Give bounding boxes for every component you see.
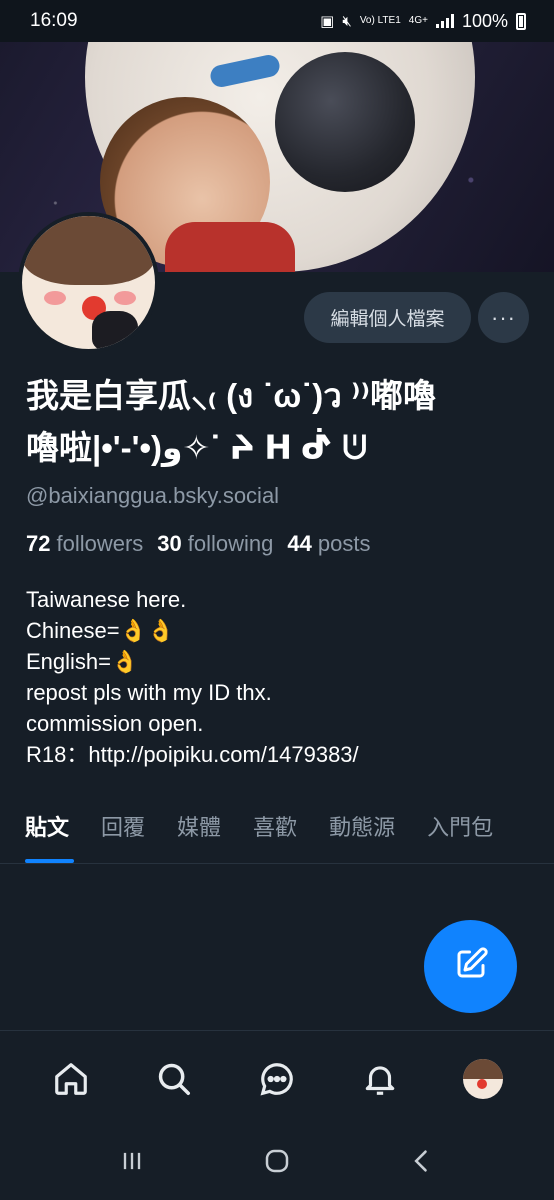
avatar-hair xyxy=(22,216,155,286)
signal-icon xyxy=(435,14,454,28)
status-icons: ▣ 🔇︎ Vo) LTE1 4G+ 100% xyxy=(320,11,526,32)
nav-chat[interactable] xyxy=(253,1055,301,1103)
edit-profile-button[interactable]: 編輯個人檔案 xyxy=(304,292,471,343)
sim-icon: ▣ xyxy=(320,13,335,30)
tab-likes[interactable]: 喜歡 xyxy=(253,806,297,850)
tab-posts[interactable]: 貼文 xyxy=(25,806,75,863)
compose-button[interactable] xyxy=(424,920,517,1013)
avatar-cheek xyxy=(114,291,136,305)
followers-stat[interactable]: 72 followers xyxy=(26,531,143,557)
bottom-navigation xyxy=(0,1030,554,1126)
tab-starter-packs[interactable]: 入門包 xyxy=(427,806,493,850)
profile-avatar-small xyxy=(462,1058,503,1099)
bell-icon xyxy=(365,1065,395,1095)
profile-avatar[interactable] xyxy=(18,212,159,353)
display-name-line: 嚕啦|•'-'•)و✧ᐝ ᔨ ᕼ ᕸ ᕫ xyxy=(26,429,368,466)
chat-icon xyxy=(260,1062,293,1095)
status-time: 16:09 xyxy=(30,10,78,31)
nav-notifications[interactable] xyxy=(356,1055,404,1103)
more-options-button[interactable]: ··· xyxy=(478,292,529,343)
mute-icon: 🔇︎ xyxy=(342,12,352,30)
compose-icon xyxy=(453,946,489,987)
profile-tabs: 貼文 回覆 媒體 喜歡 動態源 入門包 xyxy=(0,806,554,864)
following-label: following xyxy=(187,531,274,556)
nav-home[interactable] xyxy=(47,1055,95,1103)
recents-icon[interactable] xyxy=(118,1147,146,1180)
network-type-label: 4G+ xyxy=(408,15,428,26)
following-count: 30 xyxy=(157,531,182,556)
avatar-cheek xyxy=(44,291,66,305)
home-icon xyxy=(55,1062,88,1095)
nav-search[interactable] xyxy=(150,1055,198,1103)
avatar-cat xyxy=(92,311,138,349)
followers-count: 72 xyxy=(26,531,51,556)
status-bar: 16:09 ▣ 🔇︎ Vo) LTE1 4G+ 100% xyxy=(0,0,554,42)
tab-media[interactable]: 媒體 xyxy=(177,806,221,850)
battery-percent: 100% xyxy=(461,10,508,31)
bio-line: Chinese=👌👌 xyxy=(26,618,175,643)
posts-count: 44 xyxy=(287,531,312,556)
bio-line: repost pls with my ID thx. xyxy=(26,680,272,705)
banner-hero-cape xyxy=(165,222,295,272)
profile-handle: @baixianggua.bsky.social xyxy=(26,483,280,508)
profile-stats: 72 followers 30 following 44 posts xyxy=(26,531,370,557)
tab-replies[interactable]: 回覆 xyxy=(101,806,145,850)
bio-link[interactable]: R18：http://poipiku.com/1479383/ xyxy=(26,739,359,770)
home-circle-icon[interactable] xyxy=(262,1146,292,1181)
bio-line: English=👌 xyxy=(26,649,139,674)
display-name: 我是白享瓜⸜₍ (ง ˙ω˙)ว ⁾⁾嘟嚕 嚕啦|•'-'•)و✧ᐝ ᔨ ᕼ ᕸ… xyxy=(26,370,531,474)
tab-feeds[interactable]: 動態源 xyxy=(329,806,395,850)
posts-stat: 44 posts xyxy=(287,531,370,557)
profile-bio: Taiwanese here. Chinese=👌👌 English=👌 rep… xyxy=(26,584,359,770)
nav-profile[interactable] xyxy=(459,1055,507,1103)
display-name-line: 我是白享瓜⸜₍ (ง ˙ω˙)ว ⁾⁾嘟嚕 xyxy=(26,377,437,414)
posts-label: posts xyxy=(317,531,371,556)
bio-line: commission open. xyxy=(26,711,204,736)
search-icon xyxy=(158,1063,191,1095)
system-navigation xyxy=(0,1126,554,1200)
bio-line: Taiwanese here. xyxy=(26,587,187,612)
followers-label: followers xyxy=(56,531,144,556)
back-icon[interactable] xyxy=(408,1147,436,1180)
banner-dark-figure xyxy=(275,52,415,192)
battery-icon xyxy=(516,12,526,30)
network-label: Vo) LTE1 xyxy=(359,15,401,26)
following-stat[interactable]: 30 following xyxy=(157,531,273,557)
